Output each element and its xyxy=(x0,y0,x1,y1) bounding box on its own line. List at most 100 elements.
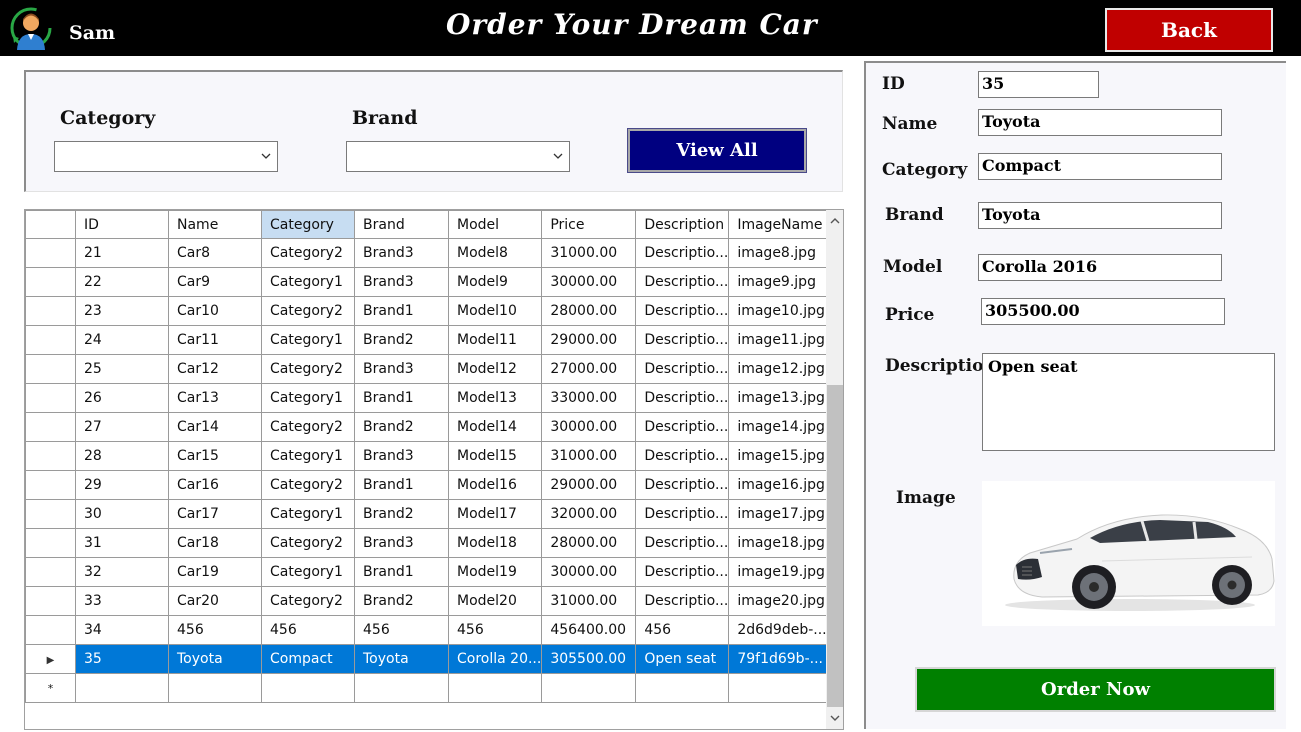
table-cell-description[interactable]: Descriptio... xyxy=(635,325,730,355)
table-cell-model[interactable]: 456 xyxy=(447,615,543,645)
table-row[interactable]: ▶ 35 Toyota Compact Toyota Corolla 20... 30550… xyxy=(25,644,828,674)
table-cell-category[interactable]: Category1 xyxy=(261,499,355,529)
table-cell-id[interactable]: 33 xyxy=(75,586,169,616)
id-field[interactable]: 35 xyxy=(978,71,1099,98)
column-header-imagename[interactable]: ImageName xyxy=(728,210,828,239)
table-cell-imagename[interactable]: image9.jpg xyxy=(728,267,828,297)
table-cell-description[interactable]: Descriptio... xyxy=(635,267,730,297)
new-row-cell[interactable] xyxy=(168,673,262,703)
table-cell-description[interactable]: Descriptio... xyxy=(635,441,730,471)
table-row[interactable]: 27 Car14 Category2 Brand2 Model14 30000.00 Des… xyxy=(25,412,828,442)
new-row[interactable]: * xyxy=(25,673,828,703)
table-cell-price[interactable]: 29000.00 xyxy=(541,470,637,500)
row-header[interactable] xyxy=(25,296,76,326)
table-row[interactable]: 21 Car8 Category2 Brand3 Model8 31000.00 Descr… xyxy=(25,238,828,268)
new-row-cell[interactable] xyxy=(541,673,637,703)
table-cell-id[interactable]: 25 xyxy=(75,354,169,384)
table-cell-name[interactable]: Car9 xyxy=(168,267,262,297)
table-row[interactable]: 23 Car10 Category2 Brand1 Model10 28000.00 Des… xyxy=(25,296,828,326)
table-cell-name[interactable]: Car10 xyxy=(168,296,262,326)
table-cell-model[interactable]: Model11 xyxy=(447,325,543,355)
table-cell-id[interactable]: 27 xyxy=(75,412,169,442)
table-cell-id[interactable]: 31 xyxy=(75,528,169,558)
row-header[interactable] xyxy=(25,441,76,471)
table-cell-imagename[interactable]: 79f1d69b-... xyxy=(728,644,828,674)
table-cell-brand[interactable]: Brand1 xyxy=(354,296,449,326)
table-cell-brand[interactable]: Brand2 xyxy=(354,586,449,616)
table-cell-description[interactable]: Descriptio... xyxy=(635,528,730,558)
table-cell-category[interactable]: Category2 xyxy=(261,586,355,616)
table-cell-imagename[interactable]: image15.jpg xyxy=(728,441,828,471)
row-header[interactable]: * xyxy=(25,673,76,703)
table-cell-description[interactable]: Descriptio... xyxy=(635,499,730,529)
table-cell-brand[interactable]: Brand1 xyxy=(354,470,449,500)
table-cell-description[interactable]: Descriptio... xyxy=(635,586,730,616)
table-cell-name[interactable]: Car17 xyxy=(168,499,262,529)
table-cell-model[interactable]: Model10 xyxy=(447,296,543,326)
table-cell-description[interactable]: Descriptio... xyxy=(635,238,730,268)
description-field[interactable]: Open seat xyxy=(982,353,1275,451)
row-header[interactable]: ▶ xyxy=(25,644,76,674)
table-cell-price[interactable]: 30000.00 xyxy=(541,267,637,297)
table-cell-name[interactable]: Toyota xyxy=(168,644,262,674)
table-cell-imagename[interactable]: image11.jpg xyxy=(728,325,828,355)
new-row-cell[interactable] xyxy=(261,673,355,703)
price-field[interactable]: 305500.00 xyxy=(981,298,1225,325)
column-header-id[interactable]: ID xyxy=(75,210,169,239)
table-cell-description[interactable]: 456 xyxy=(635,615,730,645)
table-cell-model[interactable]: Model9 xyxy=(447,267,543,297)
table-cell-id[interactable]: 32 xyxy=(75,557,169,587)
table-cell-price[interactable]: 31000.00 xyxy=(541,586,637,616)
table-cell-imagename[interactable]: image16.jpg xyxy=(728,470,828,500)
table-cell-price[interactable]: 31000.00 xyxy=(541,441,637,471)
row-header[interactable] xyxy=(25,412,76,442)
table-cell-imagename[interactable]: image18.jpg xyxy=(728,528,828,558)
table-cell-price[interactable]: 31000.00 xyxy=(541,238,637,268)
table-cell-category[interactable]: Compact xyxy=(261,644,355,674)
table-row[interactable]: 28 Car15 Category1 Brand3 Model15 31000.00 Des… xyxy=(25,441,828,471)
table-row[interactable]: 26 Car13 Category1 Brand1 Model13 33000.00 Des… xyxy=(25,383,828,413)
column-header-model[interactable]: Model xyxy=(447,210,543,239)
table-cell-category[interactable]: Category2 xyxy=(261,354,355,384)
table-cell-name[interactable]: Car15 xyxy=(168,441,262,471)
table-cell-imagename[interactable]: image13.jpg xyxy=(728,383,828,413)
column-header-brand[interactable]: Brand xyxy=(354,210,449,239)
table-cell-price[interactable]: 30000.00 xyxy=(541,557,637,587)
model-field[interactable]: Corolla 2016 xyxy=(978,254,1222,281)
table-cell-description[interactable]: Descriptio... xyxy=(635,296,730,326)
table-cell-model[interactable]: Model13 xyxy=(447,383,543,413)
column-header-name[interactable]: Name xyxy=(168,210,262,239)
column-header-category[interactable]: Category xyxy=(261,210,355,239)
table-cell-name[interactable]: Car11 xyxy=(168,325,262,355)
table-cell-description[interactable]: Descriptio... xyxy=(635,557,730,587)
table-cell-imagename[interactable]: image10.jpg xyxy=(728,296,828,326)
vertical-scrollbar[interactable] xyxy=(826,210,843,729)
table-cell-name[interactable]: Car8 xyxy=(168,238,262,268)
table-cell-id[interactable]: 29 xyxy=(75,470,169,500)
table-cell-price[interactable]: 33000.00 xyxy=(541,383,637,413)
table-cell-brand[interactable]: Brand3 xyxy=(354,354,449,384)
table-cell-imagename[interactable]: image14.jpg xyxy=(728,412,828,442)
table-cell-price[interactable]: 27000.00 xyxy=(541,354,637,384)
table-cell-id[interactable]: 22 xyxy=(75,267,169,297)
table-cell-name[interactable]: Car20 xyxy=(168,586,262,616)
table-cell-category[interactable]: Category2 xyxy=(261,296,355,326)
brand-field[interactable]: Toyota xyxy=(978,202,1222,229)
table-row[interactable]: 31 Car18 Category2 Brand3 Model18 28000.00 Des… xyxy=(25,528,828,558)
table-cell-category[interactable]: Category1 xyxy=(261,441,355,471)
table-cell-model[interactable]: Model18 xyxy=(447,528,543,558)
column-header-price[interactable]: Price xyxy=(541,210,637,239)
table-cell-imagename[interactable]: image8.jpg xyxy=(728,238,828,268)
order-now-button[interactable]: Order Now xyxy=(915,667,1276,712)
table-cell-brand[interactable]: Brand2 xyxy=(354,412,449,442)
table-cell-category[interactable]: 456 xyxy=(261,615,355,645)
table-cell-id[interactable]: 35 xyxy=(75,644,169,674)
table-cell-name[interactable]: Car18 xyxy=(168,528,262,558)
row-header[interactable] xyxy=(25,267,76,297)
table-cell-name[interactable]: Car13 xyxy=(168,383,262,413)
table-cell-price[interactable]: 305500.00 xyxy=(541,644,637,674)
table-cell-model[interactable]: Model17 xyxy=(447,499,543,529)
table-cell-model[interactable]: Model12 xyxy=(447,354,543,384)
row-header[interactable] xyxy=(25,557,76,587)
table-cell-price[interactable]: 28000.00 xyxy=(541,296,637,326)
